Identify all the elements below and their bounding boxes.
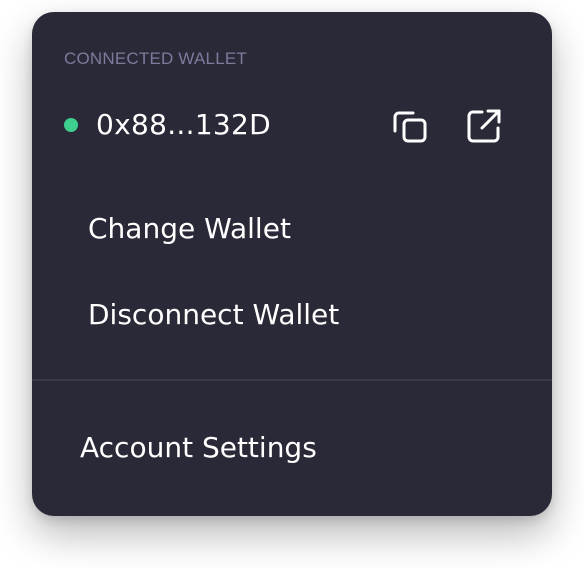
wallet-address: 0x88...132D (96, 108, 272, 141)
disconnect-wallet-menu-item[interactable]: Disconnect Wallet (88, 297, 339, 333)
wallet-dropdown-panel: CONNECTED WALLET 0x88...132D Change Wall… (32, 12, 552, 516)
connection-status-dot (64, 118, 78, 132)
account-settings-menu-item[interactable]: Account Settings (80, 430, 317, 466)
menu-divider (32, 379, 552, 381)
connected-wallet-heading: CONNECTED WALLET (64, 49, 247, 68)
copy-icon (393, 111, 427, 143)
copy-address-button[interactable] (390, 106, 430, 146)
change-wallet-menu-item[interactable]: Change Wallet (88, 211, 291, 247)
external-link-icon (467, 109, 501, 143)
open-in-explorer-button[interactable] (464, 106, 504, 146)
